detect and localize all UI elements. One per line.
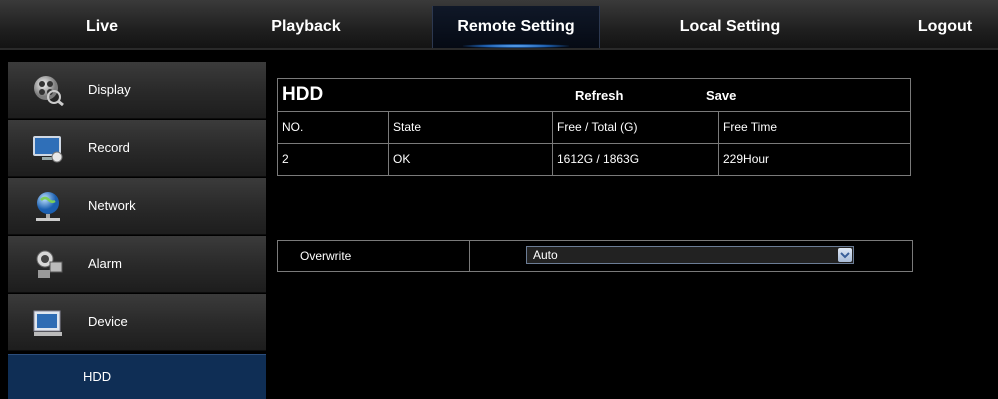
column-header-free-total: Free / Total (G) [557, 120, 638, 134]
sidebar-subitem-hdd[interactable]: HDD [8, 354, 266, 399]
alarm-camera-icon [36, 250, 63, 278]
column-header-free-time: Free Time [723, 120, 778, 134]
column-header-no: NO. [282, 120, 304, 134]
overwrite-select-value: Auto [533, 248, 558, 262]
sidebar-item-label: Network [88, 198, 136, 213]
refresh-button[interactable]: Refresh [575, 88, 623, 103]
network-globe-icon [36, 192, 60, 221]
sidebar-item-display[interactable]: Display [8, 62, 266, 119]
tab-live[interactable]: Live [12, 6, 192, 48]
overwrite-divider [469, 241, 470, 271]
record-icon [33, 136, 63, 163]
sidebar-item-device[interactable]: Device [8, 294, 266, 351]
table-cell-state: OK [393, 152, 411, 166]
column-header-state: State [393, 120, 422, 134]
sidebar-item-label: Display [88, 82, 131, 97]
sidebar-item-network[interactable]: Network [8, 178, 266, 235]
overwrite-row: Overwrite Auto [277, 240, 913, 272]
top-nav-bar: Live Playback Remote Setting Local Setti… [0, 0, 998, 50]
sidebar-item-label: Alarm [88, 256, 122, 271]
sidebar-subitem-label: HDD [83, 369, 112, 384]
hdd-table: HDD Refresh Save NO. State Free / Total … [277, 78, 911, 176]
sidebar-item-alarm[interactable]: Alarm [8, 236, 266, 293]
sidebar-item-label: Record [88, 140, 130, 155]
hdd-header-row: HDD Refresh Save [278, 79, 910, 112]
sidebar-item-label: Device [88, 314, 128, 329]
tab-playback[interactable]: Playback [216, 6, 396, 48]
sidebar: Display Record Network Alarm Device HDD [8, 62, 266, 399]
tab-logout[interactable]: Logout [900, 6, 990, 48]
table-cell-free-time: 229Hour [723, 152, 770, 166]
nav-divider [0, 48, 998, 50]
device-icon [33, 310, 62, 336]
tab-remote-setting-label: Remote Setting [457, 18, 575, 35]
table-cell-free-total: 1612G / 1863G [557, 152, 640, 166]
sidebar-item-record[interactable]: Record [8, 120, 266, 177]
table-cell-no: 2 [282, 152, 289, 166]
save-button[interactable]: Save [706, 88, 736, 103]
page-title: HDD [282, 84, 324, 105]
overwrite-select[interactable]: Auto [526, 246, 854, 264]
chevron-down-icon[interactable] [838, 248, 852, 262]
tab-local-setting[interactable]: Local Setting [640, 6, 820, 48]
overwrite-label: Overwrite [300, 249, 352, 263]
tab-remote-setting[interactable]: Remote Setting [432, 6, 600, 48]
display-icon [34, 76, 64, 106]
